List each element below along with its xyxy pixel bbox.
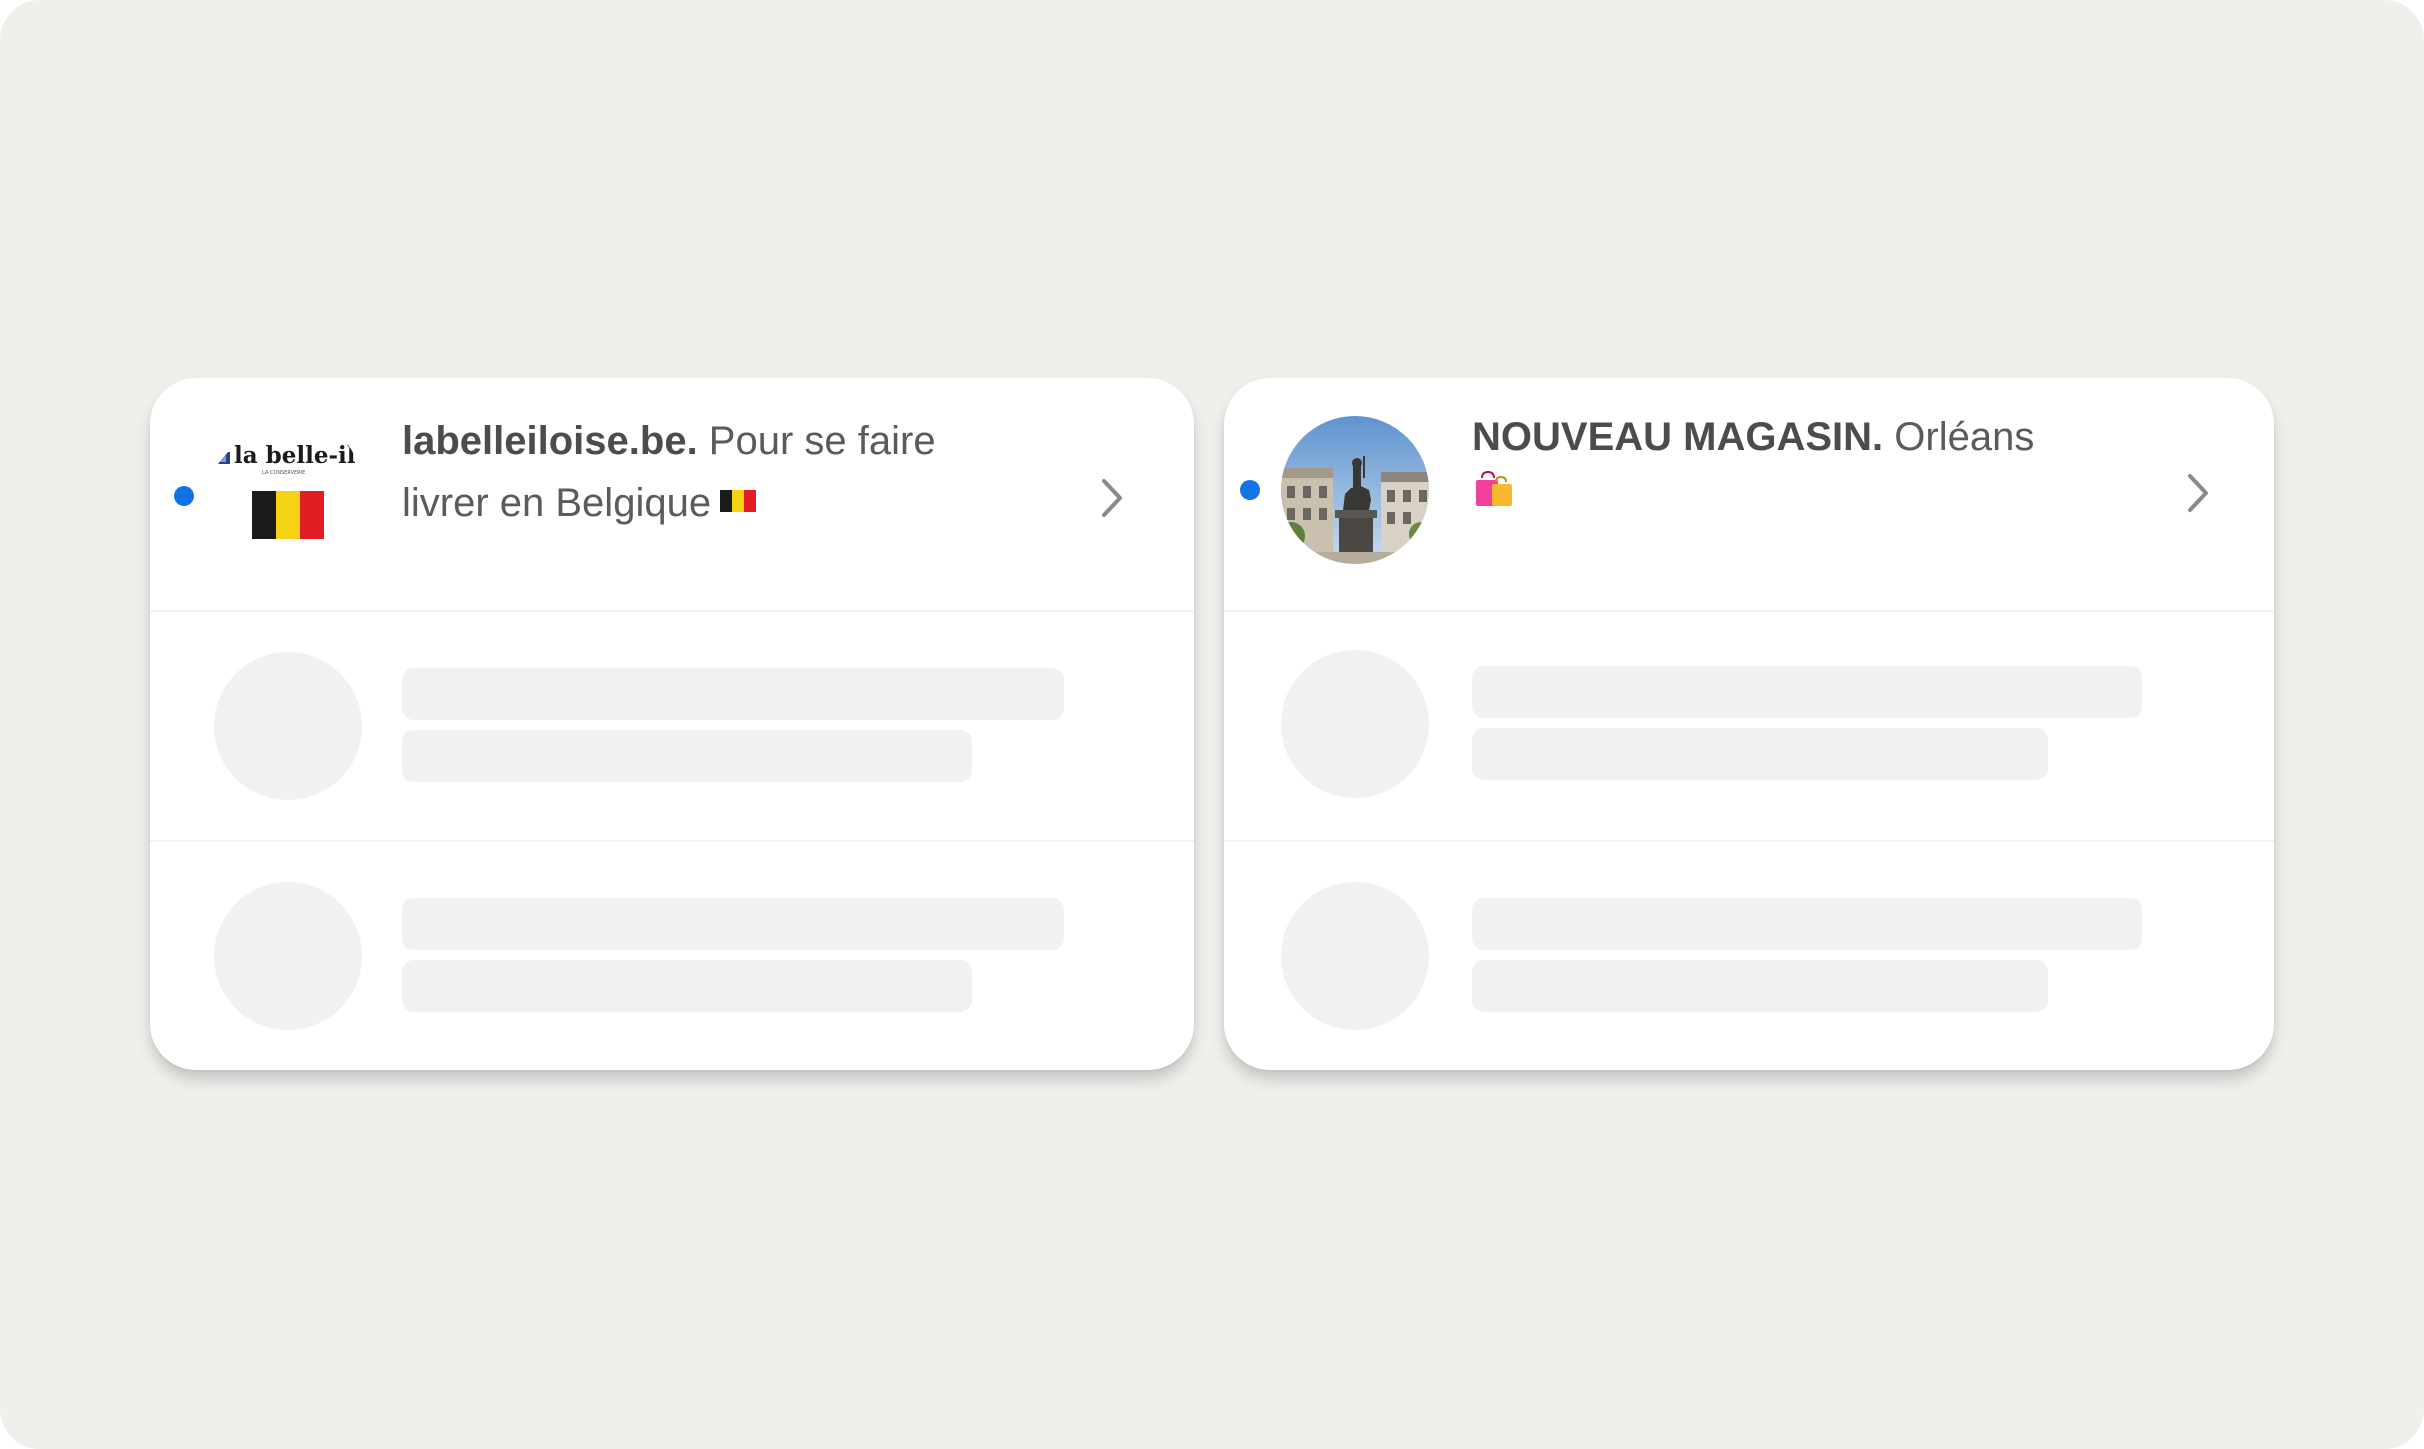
skeleton-avatar xyxy=(214,652,362,800)
unread-dot xyxy=(1240,480,1260,500)
skeleton-line xyxy=(1472,898,2142,950)
unread-dot xyxy=(174,486,194,506)
belgium-flag-icon xyxy=(719,470,757,532)
orleans-statue-photo-icon xyxy=(1281,416,1429,564)
skeleton-line xyxy=(402,960,972,1012)
belgium-flag-icon xyxy=(252,491,324,539)
brand-thumbnail: la belle-iloise LA CONSERVERIE xyxy=(214,414,362,562)
notification-text: labelleiloise.be. Pour se faire livrer e… xyxy=(402,410,1002,536)
notification-card-labelleiloise: la belle-iloise LA CONSERVERIE labelleil… xyxy=(150,378,1194,1070)
brand-logo-text: la belle-iloise xyxy=(234,442,362,469)
skeleton-item xyxy=(1224,610,2274,842)
notification-text: NOUVEAU MAGASIN. Orléans xyxy=(1472,406,2152,532)
notification-title: NOUVEAU MAGASIN. xyxy=(1472,415,1884,459)
skeleton-line xyxy=(402,730,972,782)
skeleton-item xyxy=(1224,840,2274,1070)
skeleton-line xyxy=(1472,960,2048,1012)
notification-body: Orléans xyxy=(1883,415,2035,459)
labelleiloise-logo-icon: la belle-iloise LA CONSERVERIE xyxy=(214,414,362,562)
skeleton-item xyxy=(150,840,1194,1070)
skeleton-item xyxy=(150,610,1194,842)
brand-logo-subtext: LA CONSERVERIE xyxy=(262,470,305,476)
skeleton-avatar xyxy=(1281,882,1429,1030)
skeleton-avatar xyxy=(214,882,362,1030)
skeleton-line xyxy=(402,668,1064,720)
notification-item-nouveau-magasin[interactable]: NOUVEAU MAGASIN. Orléans xyxy=(1224,378,2274,612)
chevron-right-icon[interactable] xyxy=(1092,473,1132,523)
skeleton-line xyxy=(1472,666,2142,718)
skeleton-line xyxy=(402,898,1064,950)
store-photo xyxy=(1281,416,1429,564)
notification-item-labelleiloise[interactable]: la belle-iloise LA CONSERVERIE labelleil… xyxy=(150,378,1194,612)
skeleton-avatar xyxy=(1281,650,1429,798)
skeleton-line xyxy=(1472,728,2048,780)
shopping-bags-icon xyxy=(1472,466,1514,528)
canvas: la belle-iloise LA CONSERVERIE labelleil… xyxy=(0,0,2424,1449)
notification-title: labelleiloise.be. xyxy=(402,419,698,463)
notification-card-nouveau-magasin: NOUVEAU MAGASIN. Orléans xyxy=(1224,378,2274,1070)
chevron-right-icon[interactable] xyxy=(2178,468,2218,518)
